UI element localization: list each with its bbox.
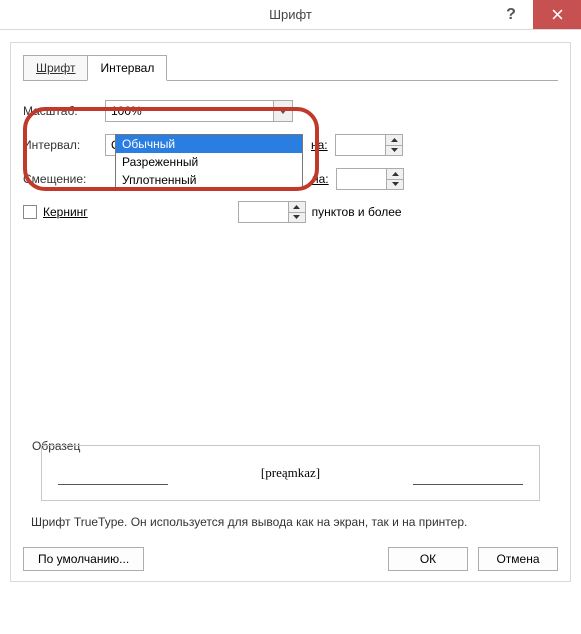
spin-down-button[interactable] [289, 213, 305, 223]
spin-up-button[interactable] [289, 202, 305, 213]
triangle-up-icon [391, 138, 398, 142]
tab-interval[interactable]: Интервал [87, 55, 167, 81]
close-icon [552, 9, 563, 20]
sample-text: [preąmkaz] [261, 465, 320, 481]
ok-button[interactable]: ОК [388, 547, 468, 571]
triangle-down-icon [391, 148, 398, 152]
kerning-size-spinner[interactable] [238, 201, 306, 223]
scale-value[interactable]: 100% [105, 100, 273, 122]
points-label: пунктов и более [312, 205, 402, 219]
kerning-label: Кернинг [43, 205, 88, 219]
interval-dropdown-list[interactable]: Обычный Разреженный Уплотненный [115, 134, 303, 190]
sample-preview: [preąmkaz] [41, 445, 540, 501]
spin-down-button[interactable] [386, 146, 402, 156]
interval-amount-spinner[interactable] [335, 134, 403, 156]
scale-label: Масштаб: [23, 104, 105, 118]
interval-amount-input[interactable] [335, 134, 385, 156]
cancel-button[interactable]: Отмена [478, 547, 558, 571]
default-button[interactable]: По умолчанию... [23, 547, 144, 571]
interval-amount-label: на: [311, 138, 335, 152]
interval-label: Интервал: [23, 138, 105, 152]
spin-up-button[interactable] [387, 169, 403, 180]
help-button[interactable]: ? [489, 0, 533, 29]
triangle-up-icon [293, 205, 300, 209]
scale-combo[interactable]: 100% [105, 100, 293, 122]
offset-amount-input[interactable] [336, 168, 386, 190]
dropdown-item-expanded[interactable]: Разреженный [116, 153, 302, 171]
dropdown-item-normal[interactable]: Обычный [116, 135, 302, 153]
scale-dropdown-button[interactable] [273, 100, 293, 122]
offset-amount-label: на: [312, 172, 336, 186]
tab-strip: Шрифт Интервал [23, 55, 558, 81]
tab-font[interactable]: Шрифт [23, 55, 87, 81]
font-description: Шрифт TrueType. Он используется для выво… [31, 515, 554, 529]
chevron-down-icon [279, 109, 287, 114]
triangle-up-icon [392, 172, 399, 176]
kerning-checkbox[interactable] [23, 205, 37, 219]
kerning-size-input[interactable] [238, 201, 288, 223]
triangle-down-icon [293, 215, 300, 219]
triangle-down-icon [392, 182, 399, 186]
spin-up-button[interactable] [386, 135, 402, 146]
offset-amount-spinner[interactable] [336, 168, 404, 190]
dropdown-item-condensed[interactable]: Уплотненный [116, 171, 302, 189]
spin-down-button[interactable] [387, 180, 403, 190]
window-title: Шрифт [269, 7, 312, 22]
offset-label: Смещение: [23, 172, 105, 186]
close-button[interactable] [533, 0, 581, 29]
